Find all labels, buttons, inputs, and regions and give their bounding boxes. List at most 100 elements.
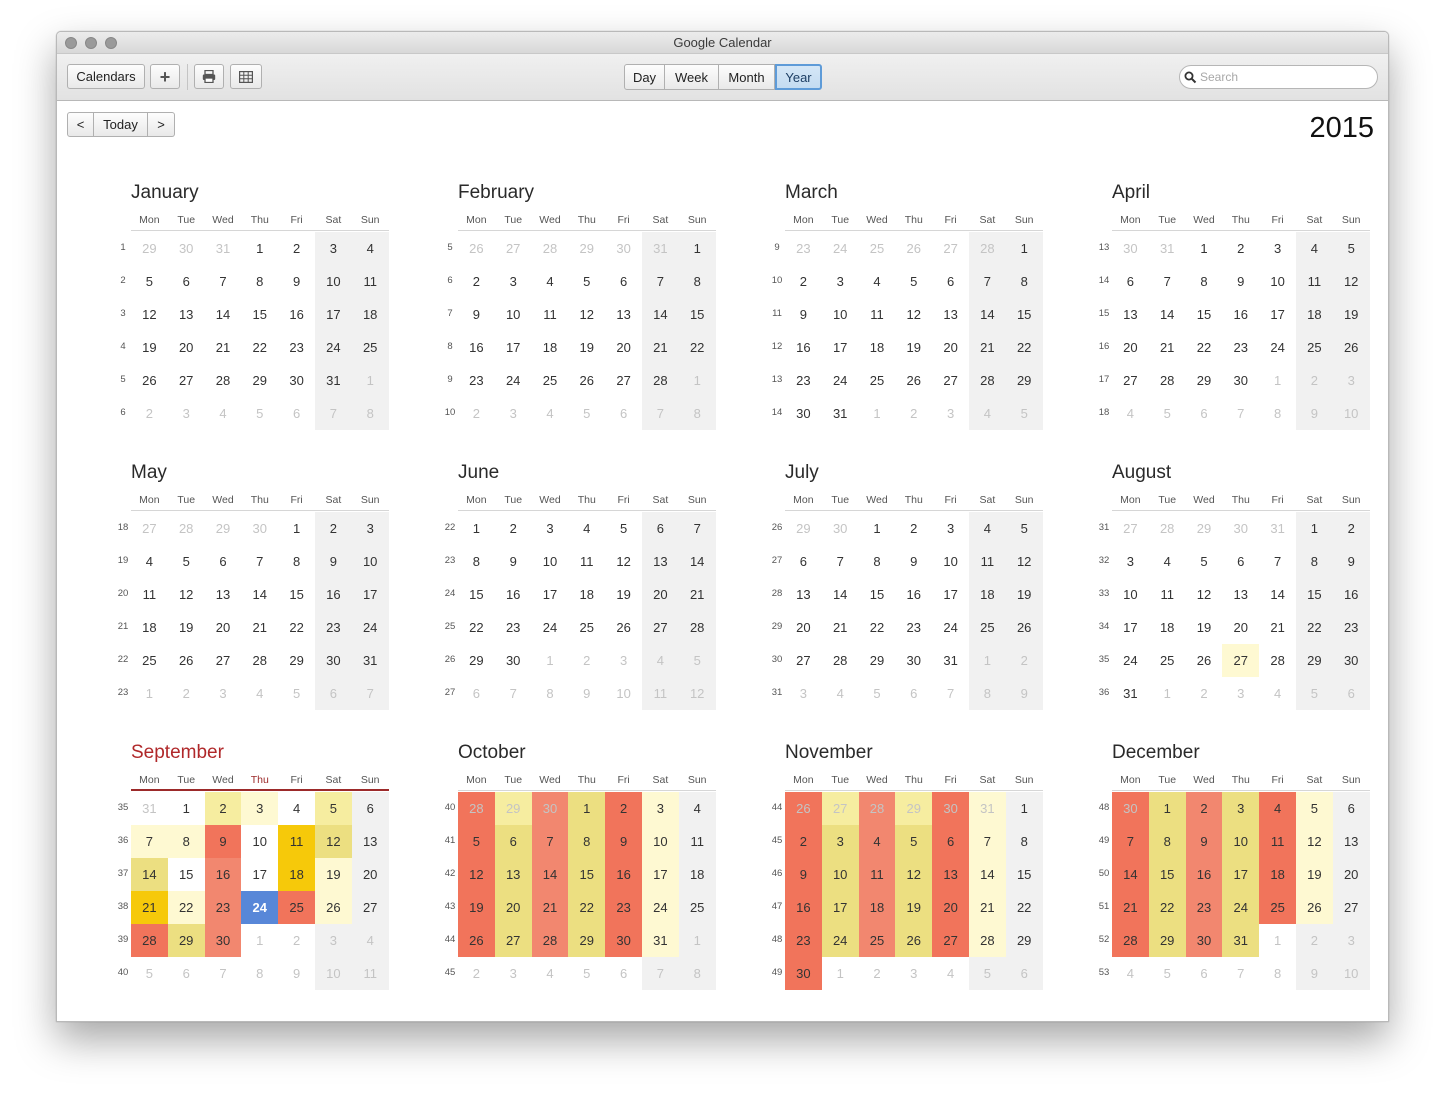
day-cell[interactable]: 11 (532, 298, 569, 331)
day-cell[interactable]: 27 (1112, 364, 1149, 397)
day-cell[interactable]: 9 (315, 545, 352, 578)
add-event-button[interactable]: + (150, 64, 180, 89)
day-cell[interactable]: 5 (278, 677, 315, 710)
day-cell[interactable]: 29 (1296, 644, 1333, 677)
day-cell[interactable]: 31 (131, 792, 168, 825)
day-cell[interactable]: 18 (1149, 611, 1186, 644)
day-cell[interactable]: 22 (1005, 331, 1043, 364)
day-cell[interactable]: 20 (1112, 331, 1149, 364)
close-window-button[interactable] (65, 37, 77, 49)
day-cell[interactable]: 22 (167, 891, 205, 924)
day-cell[interactable]: 7 (969, 265, 1006, 298)
day-cell[interactable]: 17 (495, 331, 532, 364)
view-year-tab[interactable]: Year (775, 64, 822, 90)
day-cell[interactable]: 8 (1005, 825, 1043, 858)
day-cell[interactable]: 29 (458, 644, 495, 677)
day-cell[interactable]: 2 (168, 677, 205, 710)
day-cell[interactable]: 17 (821, 891, 859, 924)
day-cell[interactable]: 22 (1148, 891, 1186, 924)
day-cell[interactable]: 8 (678, 397, 716, 430)
day-cell[interactable]: 9 (568, 677, 605, 710)
day-cell[interactable]: 21 (205, 331, 242, 364)
day-cell[interactable]: 4 (678, 792, 716, 825)
day-cell[interactable]: 30 (1185, 924, 1223, 957)
day-cell[interactable]: 25 (1296, 331, 1333, 364)
day-cell[interactable]: 3 (495, 397, 532, 430)
day-cell[interactable]: 8 (241, 265, 278, 298)
day-cell[interactable]: 2 (859, 957, 896, 990)
day-cell[interactable]: 19 (131, 331, 168, 364)
day-cell[interactable]: 28 (531, 924, 569, 957)
day-cell[interactable]: 17 (642, 858, 679, 891)
day-cell[interactable]: 4 (642, 644, 679, 677)
day-cell[interactable]: 16 (1222, 298, 1259, 331)
day-cell[interactable]: 1 (1148, 792, 1186, 825)
day-cell[interactable]: 17 (1222, 858, 1260, 891)
month-title[interactable]: June (458, 462, 499, 484)
day-cell[interactable]: 12 (1186, 578, 1223, 611)
day-cell[interactable]: 14 (969, 858, 1006, 891)
day-cell[interactable]: 16 (315, 578, 352, 611)
day-cell[interactable]: 27 (351, 891, 389, 924)
day-cell[interactable]: 22 (278, 611, 315, 644)
day-cell[interactable]: 22 (1005, 891, 1043, 924)
day-cell[interactable]: 10 (1112, 578, 1149, 611)
day-cell[interactable]: 6 (932, 825, 969, 858)
day-cell[interactable]: 14 (205, 298, 242, 331)
day-cell[interactable]: 6 (642, 512, 679, 545)
day-cell[interactable]: 12 (168, 578, 205, 611)
day-cell[interactable]: 19 (895, 891, 933, 924)
day-cell[interactable]: 4 (1296, 232, 1333, 265)
day-cell[interactable]: 19 (1296, 858, 1333, 891)
day-cell[interactable]: 14 (1149, 298, 1186, 331)
day-cell[interactable]: 19 (1332, 298, 1370, 331)
day-cell[interactable]: 4 (351, 924, 389, 957)
day-cell[interactable]: 8 (351, 397, 389, 430)
day-cell[interactable]: 3 (642, 792, 679, 825)
day-cell[interactable]: 22 (1186, 331, 1223, 364)
day-cell[interactable]: 19 (168, 611, 205, 644)
day-cell[interactable]: 24 (822, 232, 859, 265)
day-cell[interactable]: 18 (969, 578, 1006, 611)
day-cell[interactable]: 27 (494, 924, 532, 957)
day-cell[interactable]: 24 (351, 611, 389, 644)
day-cell[interactable]: 23 (495, 611, 532, 644)
day-cell[interactable]: 5 (458, 825, 495, 858)
day-cell[interactable]: 18 (351, 298, 389, 331)
day-cell[interactable]: 25 (532, 364, 569, 397)
day-cell[interactable]: 16 (605, 858, 642, 891)
day-cell[interactable]: 1 (1149, 677, 1186, 710)
month-title[interactable]: December (1112, 742, 1200, 764)
view-day-tab[interactable]: Day (624, 64, 665, 90)
day-cell[interactable]: 7 (678, 512, 716, 545)
day-cell[interactable]: 7 (642, 957, 679, 990)
day-cell[interactable]: 28 (1112, 924, 1149, 957)
day-cell[interactable]: 24 (532, 611, 569, 644)
day-cell[interactable]: 29 (1005, 924, 1043, 957)
day-cell[interactable]: 2 (895, 397, 932, 430)
day-cell[interactable]: 4 (1259, 792, 1296, 825)
day-cell[interactable]: 25 (859, 364, 896, 397)
day-cell[interactable]: 28 (969, 364, 1006, 397)
day-cell[interactable]: 29 (568, 232, 605, 265)
day-cell[interactable]: 25 (278, 891, 315, 924)
day-cell[interactable]: 3 (1222, 677, 1259, 710)
month-title[interactable]: October (458, 742, 526, 764)
day-cell[interactable]: 11 (678, 825, 716, 858)
day-cell[interactable]: 15 (678, 298, 716, 331)
day-cell[interactable]: 24 (1112, 644, 1149, 677)
day-cell[interactable]: 28 (532, 232, 569, 265)
day-cell[interactable]: 2 (458, 265, 495, 298)
day-cell[interactable]: 29 (205, 512, 242, 545)
day-cell[interactable]: 6 (895, 677, 932, 710)
day-cell[interactable]: 15 (1186, 298, 1223, 331)
day-cell[interactable]: 3 (315, 232, 352, 265)
day-cell[interactable]: 27 (1332, 891, 1370, 924)
month-title[interactable]: May (131, 462, 167, 484)
day-cell[interactable]: 6 (1186, 397, 1223, 430)
day-cell[interactable]: 3 (821, 825, 859, 858)
day-cell[interactable]: 2 (1005, 644, 1043, 677)
day-cell[interactable]: 7 (822, 545, 859, 578)
month-title[interactable]: January (131, 182, 199, 204)
day-cell[interactable]: 23 (1222, 331, 1259, 364)
